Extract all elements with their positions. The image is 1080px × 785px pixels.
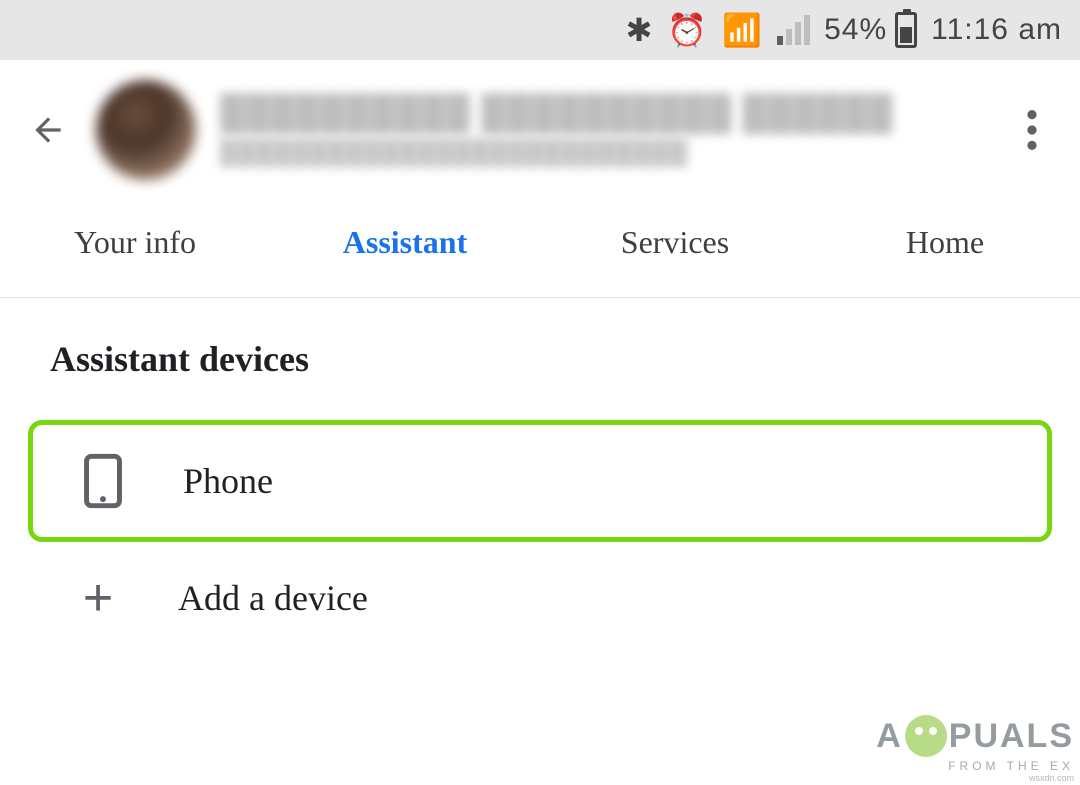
tab-bar: Your info Assistant Services Home (0, 190, 1080, 298)
tab-assistant[interactable]: Assistant (270, 190, 540, 297)
arrow-left-icon (29, 111, 67, 149)
device-label: Phone (183, 460, 273, 502)
wm-text-b: PUALS (949, 717, 1074, 755)
battery-percent-text: 54% (824, 13, 887, 47)
source-text: wsxdn.com (1029, 773, 1074, 783)
phone-icon (75, 453, 131, 509)
alarm-icon: ⏰ (667, 14, 708, 46)
tab-label: Your info (74, 224, 196, 260)
app-header: ██████████ ██████████ ██████ ███████████… (0, 60, 1080, 190)
wm-sub: FROM THE EX (876, 759, 1074, 773)
wifi-icon: 📶 (722, 14, 763, 46)
plus-icon: + (70, 570, 126, 626)
device-phone-row[interactable]: Phone (28, 420, 1052, 542)
android-status-bar: ✱ ⏰ 📶 54% 11:16 am (0, 0, 1080, 60)
battery-status: 54% (824, 12, 917, 48)
profile-text-block: ██████████ ██████████ ██████ ███████████… (220, 94, 984, 167)
profile-name: ██████████ ██████████ ██████ (220, 94, 984, 133)
clock-text: 11:16 am (931, 13, 1062, 47)
tab-label: Services (621, 224, 729, 260)
add-device-row[interactable]: + Add a device (50, 542, 1030, 654)
profile-avatar[interactable] (96, 80, 196, 180)
appuals-watermark: A PUALS FROM THE EX (876, 715, 1074, 773)
more-vert-icon (1027, 110, 1037, 150)
tab-home[interactable]: Home (810, 190, 1080, 297)
back-button[interactable] (24, 106, 72, 154)
assistant-devices-section: Assistant devices Phone + Add a device (0, 298, 1080, 654)
tab-label: Home (906, 224, 984, 260)
wm-text-a: A (876, 717, 903, 755)
section-title: Assistant devices (50, 338, 1030, 380)
mascot-icon (905, 715, 947, 757)
overflow-menu-button[interactable] (1008, 106, 1056, 154)
profile-email: ██████████████████████████ (220, 139, 984, 167)
tab-your-info[interactable]: Your info (0, 190, 270, 297)
tab-label: Assistant (343, 224, 467, 260)
bluetooth-icon: ✱ (626, 14, 654, 46)
devices-list: Phone + Add a device (50, 420, 1030, 654)
tab-services[interactable]: Services (540, 190, 810, 297)
add-device-label: Add a device (178, 577, 368, 619)
cell-signal-icon (777, 15, 810, 45)
battery-icon (895, 12, 917, 48)
